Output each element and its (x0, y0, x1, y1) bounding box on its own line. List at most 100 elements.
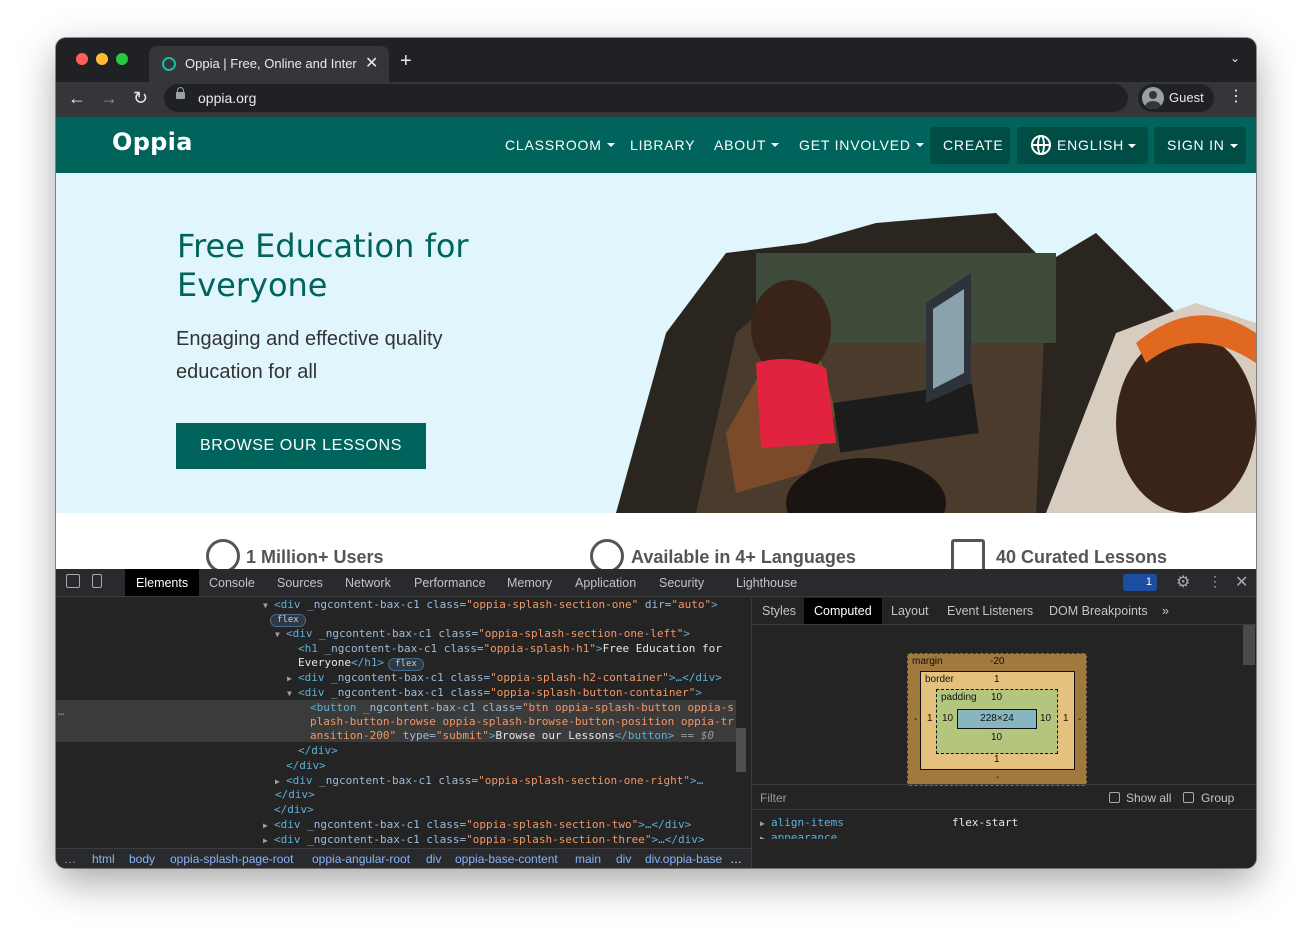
property-name: align-items (771, 816, 844, 829)
border-right-value[interactable]: 1 (1063, 713, 1069, 724)
dom-line[interactable]: Everyone</h1> flex (298, 656, 424, 671)
breadcrumb-item[interactable]: body (129, 852, 155, 866)
group-checkbox[interactable] (1183, 792, 1194, 803)
dom-line[interactable]: ▶ <div _ngcontent-bax-c1 class="oppia-spl… (287, 671, 722, 686)
tab-styles[interactable]: Styles (762, 604, 796, 618)
dom-line[interactable]: </div> (275, 788, 315, 802)
minimize-window-button[interactable] (96, 53, 108, 65)
nav-classroom[interactable]: CLASSROOM (505, 137, 615, 153)
computed-property[interactable]: ▶ align-items flex-start (760, 816, 1018, 829)
nav-library[interactable]: LIBRARY (630, 137, 695, 153)
inspect-element-icon[interactable] (66, 574, 80, 588)
dom-line[interactable]: ▼ <div _ngcontent-bax-c1 class="oppia-spl… (263, 598, 718, 613)
dom-line[interactable]: ▶ <div _ngcontent-bax-c1 class="oppia-spl… (263, 818, 691, 833)
padding-bottom-value[interactable]: 10 (991, 732, 1002, 743)
breadcrumb-item[interactable]: div (426, 852, 441, 866)
margin-right-value[interactable]: - (1078, 714, 1081, 725)
breadcrumb-item[interactable]: html (92, 852, 115, 866)
browse-lessons-button[interactable]: BROWSE OUR LESSONS (176, 423, 426, 469)
sidebar-tabs: Styles Computed Layout Event Listeners D… (752, 598, 1256, 625)
margin-bottom-value[interactable]: - (996, 772, 999, 783)
dom-line[interactable]: ▶ <div _ngcontent-bax-c1 class="oppia-spl… (275, 774, 703, 789)
breadcrumb-item[interactable]: main (575, 852, 601, 866)
dom-line[interactable]: ▼ <div _ngcontent-bax-c1 class="oppia-spl… (287, 686, 702, 701)
maximize-window-button[interactable] (116, 53, 128, 65)
dom-line-selected[interactable]: plash-button-browse oppia-splash-browse-… (310, 715, 734, 729)
address-bar[interactable]: oppia.org (164, 84, 1128, 112)
back-arrow-icon[interactable]: ← (68, 88, 86, 108)
margin-label: margin (912, 656, 943, 667)
breadcrumb-item[interactable]: … (64, 852, 76, 866)
flex-badge[interactable]: flex (388, 658, 424, 671)
breadcrumb-item[interactable]: div (616, 852, 631, 866)
computed-property[interactable]: ▶appearancebutton (760, 831, 837, 839)
breadcrumb-item[interactable]: div.oppia-base (645, 852, 725, 866)
forward-arrow-icon[interactable]: → (100, 88, 118, 108)
dom-line[interactable]: </div> (298, 744, 338, 758)
nav-classroom-label: CLASSROOM (505, 137, 602, 153)
nav-get-involved[interactable]: GET INVOLVED (799, 137, 924, 153)
filter-input[interactable]: Filter (760, 791, 787, 805)
dom-line[interactable]: <h1 _ngcontent-bax-c1 class="oppia-splas… (298, 642, 722, 656)
devtools-menu-icon[interactable]: ⋮ (1208, 573, 1222, 590)
dom-line[interactable]: ▼ <div _ngcontent-bax-c1 class="oppia-spl… (275, 627, 690, 642)
dom-line-selected[interactable]: ansition-200" type="submit">Browse our L… (310, 729, 714, 743)
padding-top-value[interactable]: 10 (991, 692, 1002, 703)
devtools-tab-memory[interactable]: Memory (507, 576, 552, 590)
settings-gear-icon[interactable]: ⚙ (1176, 572, 1190, 592)
devtools-tab-sources[interactable]: Sources (277, 576, 323, 590)
border-top-value[interactable]: 1 (994, 674, 1000, 685)
show-all-checkbox[interactable] (1109, 792, 1120, 803)
more-tabs-icon[interactable]: » (1162, 604, 1169, 618)
padding-right-value[interactable]: 10 (1040, 713, 1051, 724)
tab-close-icon[interactable]: ✕ (365, 53, 378, 73)
tab-computed[interactable]: Computed (804, 598, 882, 624)
tab-dom-breakpoints[interactable]: DOM Breakpoints (1049, 604, 1148, 618)
dom-line[interactable]: ▶ <div _ngcontent-bax-c1 class="oppia-spl… (263, 833, 705, 848)
devtools-tab-application[interactable]: Application (575, 576, 636, 590)
reload-icon[interactable]: ↻ (133, 88, 148, 108)
device-toolbar-icon[interactable] (92, 574, 102, 588)
devtools-tab-lighthouse[interactable]: Lighthouse (736, 576, 797, 590)
tab-event-listeners[interactable]: Event Listeners (947, 604, 1033, 618)
devtools-tab-security[interactable]: Security (659, 576, 704, 590)
devtools-tab-performance[interactable]: Performance (414, 576, 486, 590)
flex-badge[interactable]: flex (270, 614, 306, 627)
nav-about[interactable]: ABOUT (714, 137, 780, 153)
box-model-content[interactable]: 228×24 (957, 709, 1037, 729)
dom-line[interactable]: </div> (286, 759, 326, 773)
create-button[interactable]: CREATE (930, 127, 1010, 164)
browser-tab[interactable]: Oppia | Free, Online and Interactive Les… (149, 46, 389, 82)
breadcrumb-item[interactable]: oppia-base-content (455, 852, 558, 866)
site-navbar: Oppia CLASSROOM LIBRARY ABOUT GET INVOLV… (56, 117, 1256, 173)
new-tab-button[interactable]: + (400, 50, 412, 73)
devtools-tab-network[interactable]: Network (345, 576, 391, 590)
border-left-value[interactable]: 1 (927, 713, 933, 724)
elements-scrollbar[interactable] (736, 728, 746, 772)
devtools-tab-elements[interactable]: Elements (125, 569, 200, 596)
border-bottom-value[interactable]: 1 (994, 754, 1000, 765)
padding-left-value[interactable]: 10 (942, 713, 953, 724)
close-window-button[interactable] (76, 53, 88, 65)
margin-top-value[interactable]: -20 (990, 656, 1004, 667)
dom-line[interactable]: flex (266, 612, 306, 627)
language-selector[interactable]: ENGLISH (1017, 127, 1148, 164)
margin-left-value[interactable]: - (914, 714, 917, 725)
sign-in-button[interactable]: SIGN IN (1154, 127, 1246, 164)
profile-button[interactable]: Guest (1138, 84, 1214, 112)
breadcrumb-more[interactable]: … (730, 852, 742, 866)
node-dots[interactable]: … (58, 705, 65, 719)
tab-search-chevron-icon[interactable]: ⌄ (1230, 51, 1240, 65)
dom-line[interactable]: </div> (274, 803, 314, 817)
dom-line-selected[interactable]: <button _ngcontent-bax-c1 class="btn opp… (310, 701, 734, 715)
breadcrumb-item[interactable]: oppia-splash-page-root (170, 852, 293, 866)
devtools-tab-console[interactable]: Console (209, 576, 255, 590)
browser-menu-icon[interactable]: ⋮ (1228, 89, 1244, 105)
tab-layout[interactable]: Layout (891, 604, 929, 618)
breadcrumb-item[interactable]: oppia-angular-root (312, 852, 410, 866)
issues-badge[interactable]: 1 (1123, 574, 1157, 591)
sidebar-scrollbar[interactable] (1243, 625, 1255, 665)
property-value: flex-start (952, 816, 1019, 829)
devtools-close-icon[interactable]: ✕ (1235, 572, 1248, 592)
oppia-logo[interactable]: Oppia (112, 128, 193, 156)
